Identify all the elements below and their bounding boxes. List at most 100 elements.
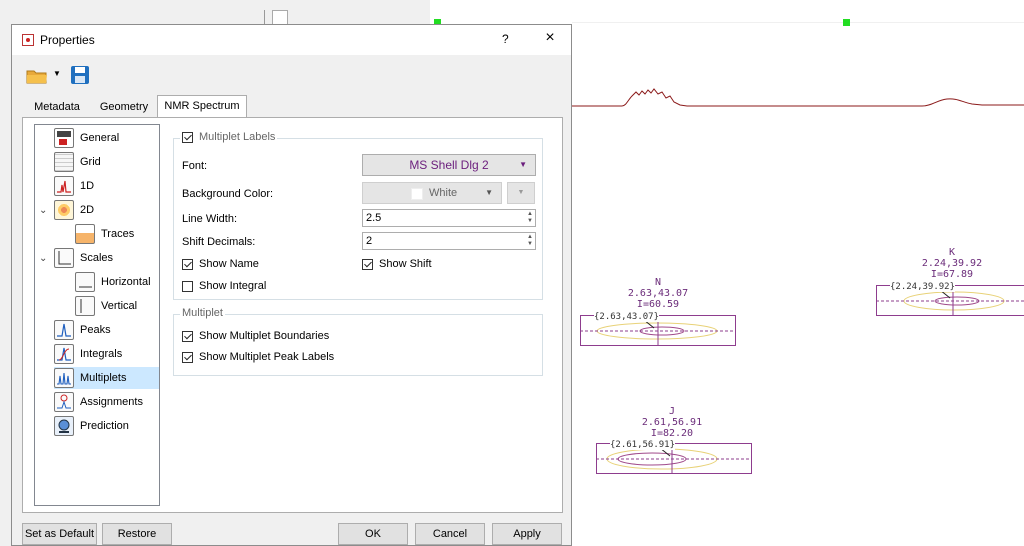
peaks-icon xyxy=(54,320,74,340)
apply-button[interactable]: Apply xyxy=(492,523,562,545)
save-icon[interactable] xyxy=(70,65,90,85)
vertical-icon xyxy=(75,296,95,316)
tree-item-2d[interactable]: 2D xyxy=(54,199,154,221)
multiplet-labels-checkbox[interactable] xyxy=(182,131,193,143)
tree-item-traces[interactable]: Traces xyxy=(75,223,159,245)
font-label: Font: xyxy=(182,160,208,172)
multiplet-group: Multiplet Show Multiplet Boundaries Show… xyxy=(173,307,543,376)
multiplet-name: N xyxy=(654,277,662,288)
background-color-value: White xyxy=(429,187,458,199)
multiplet-label-k[interactable]: K 2.24,39.92 I=67.89 xyxy=(912,247,992,280)
spin-arrows-icon[interactable]: ▲ ▼ xyxy=(527,211,533,225)
tree-item-assignments[interactable]: Assignments xyxy=(54,391,154,413)
multiplet-shift: 2.61,56.91 xyxy=(641,417,703,428)
tree-item-grid[interactable]: Grid xyxy=(54,151,154,173)
restore-button[interactable]: Restore xyxy=(102,523,172,545)
multiplet-shift: 2.63,43.07 xyxy=(627,288,689,299)
show-peak-labels-label: Show Multiplet Peak Labels xyxy=(199,351,335,363)
multiplet-legend: Multiplet xyxy=(180,307,225,319)
open-folder-icon[interactable] xyxy=(26,68,48,84)
multiplet-labels-legend[interactable]: Multiplet Labels xyxy=(180,131,278,143)
show-name-label: Show Name xyxy=(199,258,259,270)
tree-item-integrals[interactable]: Integrals xyxy=(54,343,154,365)
chevron-down-icon: ▼ xyxy=(485,188,493,197)
multiplets-icon xyxy=(54,368,74,388)
category-tree[interactable]: General Grid 1D ⌄ 2D Traces ⌄ Scales Hor… xyxy=(34,124,160,506)
expand-2d-icon[interactable]: ⌄ xyxy=(39,205,47,216)
tree-item-label: Traces xyxy=(101,228,135,240)
tree-item-label: Vertical xyxy=(101,300,138,312)
background-color-select[interactable]: White ▼ xyxy=(362,182,502,204)
green-marker[interactable] xyxy=(843,19,850,26)
shift-decimals-label: Shift Decimals: xyxy=(182,236,256,248)
tree-item-general[interactable]: General xyxy=(54,127,154,149)
expand-scales-icon[interactable]: ⌄ xyxy=(39,253,47,264)
tab-nmr-spectrum[interactable]: NMR Spectrum xyxy=(157,95,247,118)
assignments-icon xyxy=(54,392,74,412)
line-width-value: 2.5 xyxy=(366,212,382,224)
horizontal-icon xyxy=(75,272,95,292)
multiplet-labels-group: Multiplet Labels Font: MS Shell Dlg 2 ▼ … xyxy=(173,131,543,300)
1d-spectrum-trace xyxy=(572,88,1024,107)
multiplet-label-n[interactable]: N 2.63,43.07 I=60.59 xyxy=(618,277,698,310)
tree-item-label: Horizontal xyxy=(101,276,151,288)
set-as-default-button[interactable]: Set as Default xyxy=(22,523,97,545)
tree-item-multiplets[interactable]: Multiplets xyxy=(54,367,159,389)
close-button[interactable]: × xyxy=(540,29,560,47)
spin-arrows-icon[interactable]: ▲ ▼ xyxy=(527,234,533,248)
tree-item-label: 1D xyxy=(80,180,95,192)
multiplet-integral: I=60.59 xyxy=(636,299,680,310)
multiplet-name: J xyxy=(668,406,676,417)
color-swatch xyxy=(411,188,423,200)
show-boundaries-checkbox[interactable]: Show Multiplet Boundaries xyxy=(182,330,329,342)
shift-decimals-input[interactable]: 2 ▲ ▼ xyxy=(362,232,536,250)
checkbox-box[interactable] xyxy=(182,280,193,292)
font-select[interactable]: MS Shell Dlg 2 ▼ xyxy=(362,154,536,176)
checkbox-box[interactable] xyxy=(182,351,193,363)
2d-icon xyxy=(54,200,74,220)
color-picker-button[interactable]: ▼ xyxy=(507,182,535,204)
tree-item-vertical[interactable]: Vertical xyxy=(75,295,159,317)
tree-item-label: Integrals xyxy=(80,348,123,360)
tree-item-label: Assignments xyxy=(80,396,143,408)
show-boundaries-label: Show Multiplet Boundaries xyxy=(199,330,330,342)
title-bar[interactable]: Properties ? × xyxy=(12,25,571,55)
checkbox-box[interactable] xyxy=(182,330,193,342)
chevron-down-icon: ▼ xyxy=(519,160,527,169)
cancel-button[interactable]: Cancel xyxy=(415,523,485,545)
app-icon xyxy=(22,34,34,46)
show-shift-label: Show Shift xyxy=(379,258,432,270)
multiplet-integral: I=67.89 xyxy=(930,269,974,280)
tree-item-scales[interactable]: Scales xyxy=(54,247,154,269)
tab-metadata[interactable]: Metadata xyxy=(26,97,88,117)
folder-dropdown-icon[interactable]: ▼ xyxy=(53,69,61,78)
show-integral-checkbox[interactable]: Show Integral xyxy=(182,280,266,292)
checkbox-box[interactable] xyxy=(182,258,193,270)
grid-icon xyxy=(54,152,74,172)
tree-item-label: General xyxy=(80,132,120,144)
show-integral-label: Show Integral xyxy=(199,280,267,292)
multiplet-name: K xyxy=(948,247,956,258)
tree-item-label: Multiplets xyxy=(80,372,127,384)
tree-item-1d[interactable]: 1D xyxy=(54,175,154,197)
checkbox-box[interactable] xyxy=(362,258,373,270)
tree-item-label: Scales xyxy=(80,252,114,264)
tree-item-horizontal[interactable]: Horizontal xyxy=(75,271,159,293)
multiplet-labels-title: Multiplet Labels xyxy=(199,131,276,143)
show-shift-checkbox[interactable]: Show Shift xyxy=(362,258,432,270)
1d-icon xyxy=(54,176,74,196)
tree-item-peaks[interactable]: Peaks xyxy=(54,319,154,341)
prediction-icon xyxy=(54,416,74,436)
line-width-input[interactable]: 2.5 ▲ ▼ xyxy=(362,209,536,227)
help-button[interactable]: ? xyxy=(502,32,509,46)
multiplet-integral: I=82.20 xyxy=(650,428,694,439)
ok-button[interactable]: OK xyxy=(338,523,408,545)
show-peak-labels-checkbox[interactable]: Show Multiplet Peak Labels xyxy=(182,351,334,363)
shift-decimals-value: 2 xyxy=(366,235,373,247)
tree-item-prediction[interactable]: Prediction xyxy=(54,415,154,437)
show-name-checkbox[interactable]: Show Name xyxy=(182,258,259,270)
peak-label-n: {2.63,43.07} xyxy=(594,312,660,322)
tab-geometry[interactable]: Geometry xyxy=(94,97,154,117)
multiplet-label-j[interactable]: J 2.61,56.91 I=82.20 xyxy=(632,406,712,439)
spectrum-view[interactable]: N 2.63,43.07 I=60.59 {2.63,43.07} K 2.24… xyxy=(434,19,1024,546)
